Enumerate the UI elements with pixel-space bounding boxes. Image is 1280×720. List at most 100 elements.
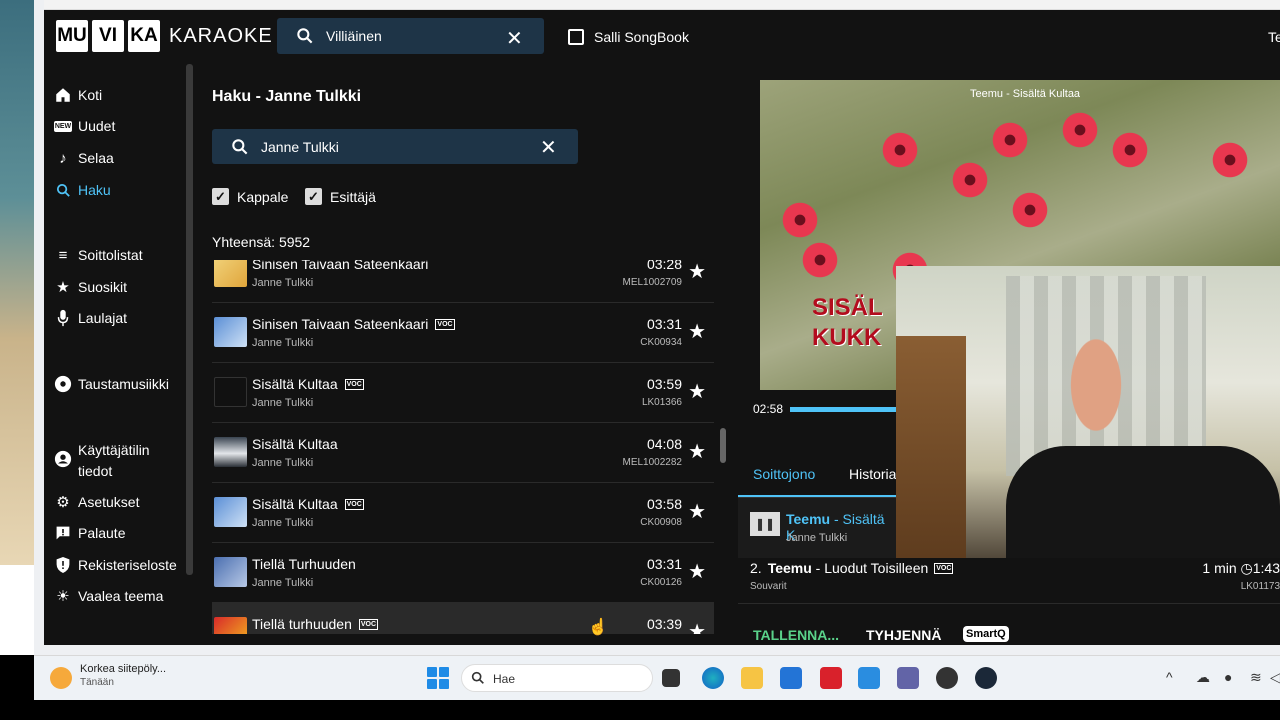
sidebar-item-rekisteriseloste[interactable]: Rekisteriseloste bbox=[54, 556, 177, 574]
list-item[interactable]: Sisältä Kultaa VOC Janne Tulkki 03:59 LK0… bbox=[212, 363, 714, 423]
app-header: MU VI KA KARAOKE Villiäinen ✕ Salli Song… bbox=[44, 10, 1280, 64]
desktop-background bbox=[0, 0, 34, 565]
save-queue-button[interactable]: TALLENNA... bbox=[753, 627, 839, 643]
favorite-star-icon[interactable]: ★ bbox=[688, 260, 706, 284]
songbook-checkbox[interactable]: Salli SongBook bbox=[568, 29, 689, 45]
list-item[interactable]: Tiellä Turhuuden Janne Tulkki 03:31 CK00… bbox=[212, 543, 714, 603]
results-scrollbar[interactable] bbox=[720, 428, 726, 463]
video-frame-flower bbox=[1210, 140, 1250, 180]
tray-chevron-icon[interactable]: ^ bbox=[1166, 669, 1173, 685]
playback-progress-bar[interactable] bbox=[790, 407, 898, 412]
sidebar-item-uudet[interactable]: NEW Uudet bbox=[53, 117, 115, 135]
tab-soittojono[interactable]: Soittojono bbox=[753, 466, 815, 482]
list-item[interactable]: Tiellä turhuuden VOC 03:39 ★ bbox=[212, 603, 714, 634]
voc-icon: VOC bbox=[934, 562, 954, 574]
edge-browser-icon[interactable] bbox=[702, 667, 724, 689]
favorite-star-icon[interactable]: ★ bbox=[688, 499, 706, 524]
list-item[interactable]: Sisältä Kultaa Janne Tulkki 04:08 MEL100… bbox=[212, 423, 714, 483]
song-title: Sisältä Kultaa bbox=[252, 496, 338, 512]
list-item[interactable]: Sinisen Taivaan Sateenkaari VOC Janne Tul… bbox=[212, 303, 714, 363]
filter-esittaja[interactable]: ✓ Esittäjä bbox=[305, 188, 376, 205]
weather-widget[interactable]: Korkea siitepöly... Tänään bbox=[50, 663, 166, 689]
song-artist: Janne Tulkki bbox=[252, 277, 314, 289]
sidebar-item-haku[interactable]: Haku bbox=[54, 181, 111, 199]
app-circle-icon[interactable] bbox=[936, 667, 958, 689]
logo-part: VI bbox=[92, 20, 124, 52]
microphone-tray-icon[interactable]: ● bbox=[1224, 669, 1232, 685]
user-menu[interactable]: Te bbox=[1268, 29, 1280, 45]
results-search-input[interactable]: Janne Tulkki ✕ bbox=[212, 129, 578, 164]
outlook-icon[interactable] bbox=[858, 667, 880, 689]
filter-kappale[interactable]: ✓ Kappale bbox=[212, 188, 288, 205]
file-explorer-icon[interactable] bbox=[741, 667, 763, 689]
song-artist: Janne Tulkki bbox=[252, 577, 314, 589]
sidebar-item-kayttajatili[interactable]: Käyttäjätilin tiedot bbox=[54, 440, 150, 482]
search-icon bbox=[297, 28, 313, 44]
clear-queue-button[interactable]: TYHJENNÄ bbox=[866, 627, 941, 643]
app-l-icon[interactable] bbox=[820, 667, 842, 689]
queue-artist: Souvarit bbox=[750, 581, 787, 592]
list-item[interactable]: Sinisen Taivaan Sateenkaari Janne Tulkki… bbox=[212, 260, 714, 303]
queue-number: 2. bbox=[750, 560, 762, 576]
sidebar-item-asetukset[interactable]: ⚙ Asetukset bbox=[54, 493, 139, 511]
sidebar-item-laulajat[interactable]: Laulajat bbox=[54, 309, 127, 327]
video-frame-flower bbox=[950, 160, 990, 200]
video-frame-flower bbox=[990, 120, 1030, 160]
windows-start-icon[interactable] bbox=[427, 667, 449, 689]
sidebar-item-koti[interactable]: Koti bbox=[54, 86, 102, 104]
song-duration: 03:31 bbox=[646, 316, 682, 332]
star-icon: ★ bbox=[56, 279, 70, 296]
volume-icon[interactable]: ◁ bbox=[1270, 669, 1280, 686]
clear-icon[interactable]: ✕ bbox=[540, 135, 557, 160]
smartq-button[interactable]: SmartQ bbox=[963, 626, 1009, 642]
webcam-shelf bbox=[896, 336, 966, 558]
tab-historia[interactable]: Historia bbox=[849, 466, 896, 482]
sidebar-item-label: Palaute bbox=[78, 525, 126, 541]
taskbar-search-input[interactable]: Hae bbox=[461, 664, 653, 692]
cloud-icon[interactable]: ☁ bbox=[1196, 669, 1210, 686]
task-view-icon[interactable] bbox=[662, 669, 680, 687]
sidebar: Koti NEW Uudet ♪ Selaa Haku ≡ Soittolist… bbox=[44, 64, 194, 645]
active-tab-indicator bbox=[738, 495, 898, 497]
song-code: LK01366 bbox=[641, 397, 682, 408]
sidebar-scrollbar[interactable] bbox=[186, 64, 193, 575]
filter-label: Esittäjä bbox=[330, 188, 376, 205]
webcam-overlay bbox=[896, 266, 1280, 558]
song-thumbnail bbox=[214, 260, 247, 287]
windows-taskbar: Korkea siitepöly... Tänään Hae ^ ☁ ● ≋ ◁ bbox=[34, 655, 1280, 700]
sidebar-item-selaa[interactable]: ♪ Selaa bbox=[54, 149, 114, 167]
logo-part: KA bbox=[128, 20, 160, 52]
favorite-star-icon[interactable]: ★ bbox=[688, 439, 706, 464]
queue-item[interactable]: 2. Teemu - Luodut Toisilleen VOC Souvari… bbox=[738, 558, 1280, 604]
wifi-icon[interactable]: ≋ bbox=[1250, 669, 1262, 686]
clear-icon[interactable]: ✕ bbox=[506, 26, 523, 51]
voc-icon: VOC bbox=[344, 498, 364, 510]
search-icon bbox=[54, 181, 72, 199]
sidebar-item-vaalea-teema[interactable]: ☀ Vaalea teema bbox=[54, 587, 163, 605]
search-icon bbox=[471, 671, 484, 684]
video-frame-flower bbox=[800, 240, 840, 280]
desktop-window-edge bbox=[0, 565, 34, 655]
favorite-star-icon[interactable]: ★ bbox=[688, 319, 706, 344]
favorite-star-icon[interactable]: ★ bbox=[688, 559, 706, 584]
store-icon[interactable] bbox=[780, 667, 802, 689]
list-item[interactable]: Sisältä Kultaa VOC Janne Tulkki 03:58 CK0… bbox=[212, 483, 714, 543]
sidebar-item-soittolistat[interactable]: ≡ Soittolistat bbox=[54, 246, 143, 264]
sidebar-item-label: Käyttäjätilin bbox=[78, 442, 150, 458]
steam-icon[interactable] bbox=[975, 667, 997, 689]
favorite-star-icon[interactable]: ★ bbox=[688, 619, 706, 634]
video-frame-flower bbox=[780, 200, 820, 240]
clock-icon: ◷ bbox=[1240, 560, 1253, 576]
queue-item-current[interactable]: ❚❚ Teemu - Sisältä K Janne Tulkki bbox=[738, 498, 896, 558]
sidebar-item-taustamusiikki[interactable]: Taustamusiikki bbox=[54, 375, 169, 393]
sidebar-item-suosikit[interactable]: ★ Suosikit bbox=[54, 278, 127, 296]
header-search-input[interactable]: Villiäinen ✕ bbox=[277, 18, 544, 54]
current-time: 02:58 bbox=[753, 402, 784, 416]
sidebar-item-label: Haku bbox=[78, 182, 111, 198]
favorite-star-icon[interactable]: ★ bbox=[688, 379, 706, 404]
screen-bottom-edge bbox=[0, 700, 1280, 720]
sidebar-item-label: Taustamusiikki bbox=[78, 376, 170, 392]
teams-icon[interactable] bbox=[897, 667, 919, 689]
video-frame-flower bbox=[1110, 130, 1150, 170]
sidebar-item-palaute[interactable]: Palaute bbox=[54, 524, 125, 542]
